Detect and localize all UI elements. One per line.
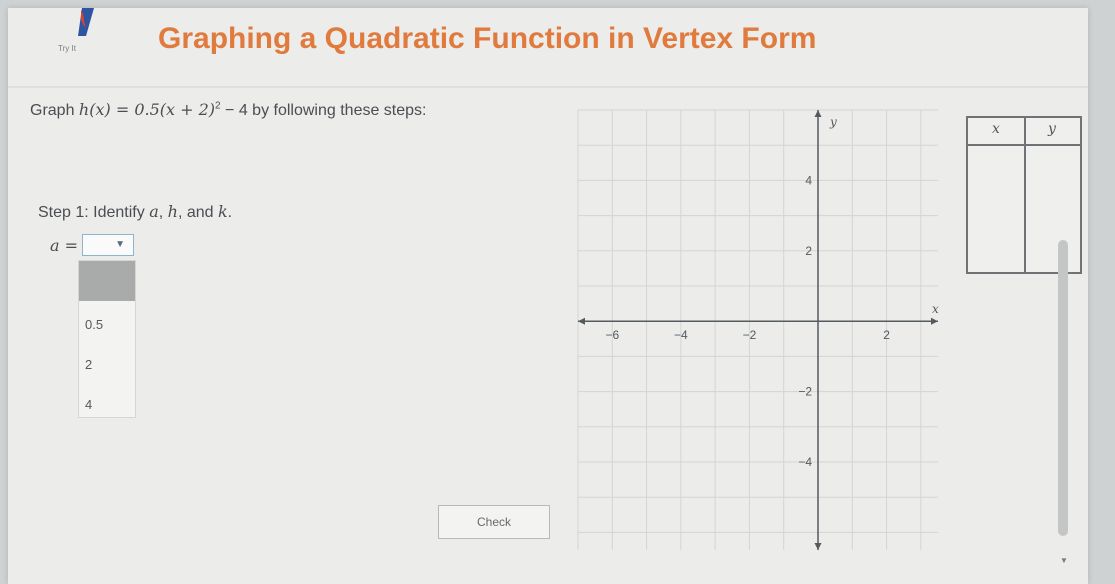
step-1-label: Step 1: Identify [38, 204, 150, 221]
y-tick-label: 2 [805, 244, 812, 258]
check-button[interactable]: Check [438, 505, 550, 539]
dropdown-option-blank[interactable] [79, 261, 135, 301]
logo-label: Try It [58, 44, 76, 53]
var-a: a [149, 202, 159, 221]
dropdown-option[interactable]: 4 [85, 397, 92, 412]
a-dropdown-select[interactable]: ▼ [82, 234, 134, 256]
scrollbar[interactable] [1058, 240, 1068, 540]
prompt-tail: − 4 by following these steps: [220, 102, 427, 119]
pen-icon [78, 8, 94, 36]
a-dropdown-menu: 0.5 2 4 [78, 260, 136, 418]
prompt-function: h(x) = 0.5(x + 2) [78, 100, 216, 119]
scrollbar-thumb[interactable] [1058, 240, 1068, 536]
x-tick-label: −4 [674, 328, 688, 342]
var-h: h [167, 202, 178, 221]
a-field-label: a = [50, 236, 79, 255]
y-tick-label: −4 [798, 455, 812, 469]
coordinate-grid[interactable]: −6 −4 −2 2 4 2 −2 −4 x y [568, 100, 948, 560]
y-axis-arrow-up [814, 110, 822, 117]
chevron-down-icon: ▼ [115, 239, 125, 250]
dropdown-option[interactable]: 2 [85, 357, 92, 372]
x-axis-arrow-left [578, 317, 585, 325]
scroll-down-arrow-icon[interactable]: ▼ [1060, 556, 1068, 565]
step-sep: , and [177, 204, 218, 221]
x-tick-label: −2 [743, 328, 757, 342]
dropdown-option[interactable]: 0.5 [85, 317, 103, 332]
y-column-header: y [1048, 121, 1056, 137]
y-tick-label: 4 [805, 173, 812, 187]
step-sep: , [158, 204, 168, 221]
x-tick-label: 2 [883, 328, 890, 342]
step-end: . [227, 204, 233, 221]
step-1-instruction: Step 1: Identify a, h, and k. [38, 202, 232, 222]
x-tick-label: −6 [605, 328, 619, 342]
y-axis-arrow-down [814, 543, 822, 550]
x-axis-arrow-right [931, 317, 938, 325]
page: Try It Graphing a Quadratic Function in … [8, 8, 1088, 584]
prompt-lead: Graph [30, 102, 79, 119]
x-column-header: x [992, 121, 1000, 137]
header: Try It Graphing a Quadratic Function in … [8, 8, 1088, 88]
var-k: k [217, 202, 228, 221]
x-axis-label: x [932, 302, 939, 316]
xy-table-divider [1024, 118, 1026, 272]
problem-prompt: Graph h(x) = 0.5(x + 2)2 − 4 by followin… [30, 100, 427, 120]
y-tick-label: −2 [798, 385, 812, 399]
y-axis-label: y [829, 115, 837, 129]
page-title: Graphing a Quadratic Function in Vertex … [158, 22, 817, 55]
